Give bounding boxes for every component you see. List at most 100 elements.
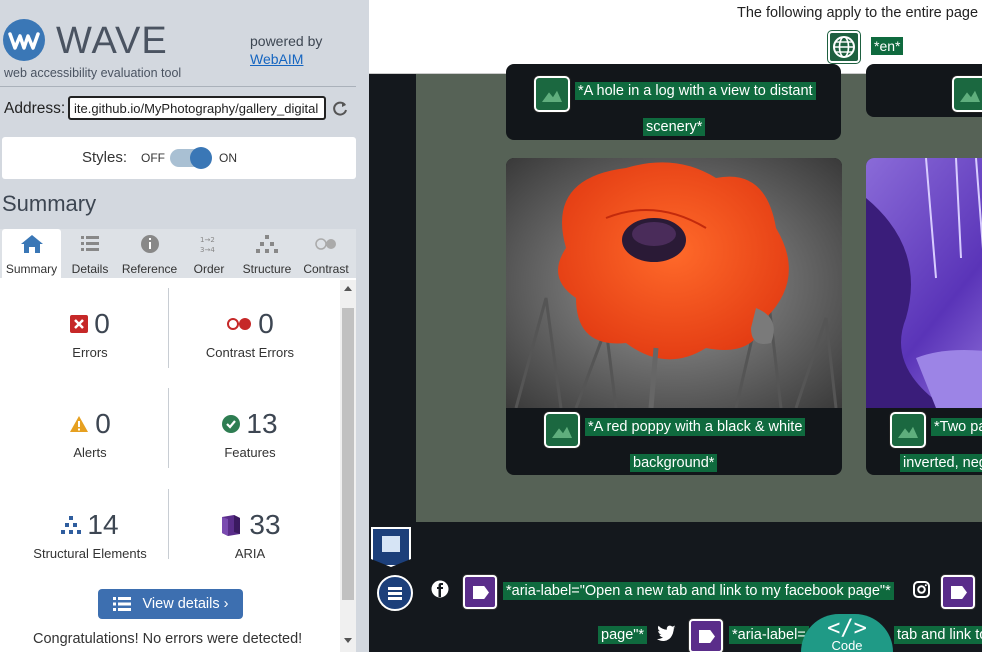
divider: [0, 86, 356, 87]
view-details-button[interactable]: View details ›: [98, 589, 243, 619]
styles-toggle[interactable]: [170, 147, 212, 169]
aria-label-icon[interactable]: [689, 619, 723, 652]
tab-label: Structure: [242, 262, 292, 276]
structure-icon: [256, 235, 278, 253]
image-alt-icon[interactable]: [544, 412, 580, 448]
structure-inner: [382, 536, 400, 552]
twitter-icon[interactable]: [657, 625, 677, 647]
webaim-link[interactable]: WebAIM: [250, 51, 303, 67]
svg-text:1→2: 1→2: [200, 236, 215, 244]
code-toggle-tab[interactable]: </> Code: [801, 614, 893, 652]
scroll-thumb[interactable]: [342, 308, 354, 600]
footer-structure-icon[interactable]: [371, 527, 411, 567]
features-stat[interactable]: 13 Features: [170, 407, 330, 460]
alerts-count: 0: [95, 408, 111, 439]
alert-icon: [70, 416, 89, 432]
instagram-glyph: [913, 581, 930, 598]
page-level-text: The following apply to the entire page: [737, 5, 979, 21]
summary-heading: Summary: [2, 191, 97, 216]
contrast-icon: [315, 238, 336, 250]
image-alt-icon[interactable]: [534, 76, 570, 112]
photo-gallery: *A hole in a log with a view to distant …: [416, 64, 982, 522]
aria-label-text: page"*: [598, 626, 648, 644]
alt-text-label: *A red poppy with a black & white: [585, 418, 806, 436]
tab-details[interactable]: Details: [64, 229, 116, 278]
instagram-icon[interactable]: [913, 581, 930, 603]
photo-card-top-right[interactable]: [866, 64, 982, 117]
wave-header: WAVE web accessibility evaluation tool p…: [0, 0, 369, 86]
aria-label: ARIA: [234, 546, 266, 561]
aria-label-icon[interactable]: [941, 575, 975, 609]
styles-label: Styles:: [82, 149, 128, 166]
alerts-label: Alerts: [73, 445, 107, 460]
facebook-icon[interactable]: [431, 580, 449, 603]
twitter-glyph: [657, 625, 676, 642]
inverted-photo[interactable]: [866, 158, 982, 408]
tab-reference[interactable]: Reference: [119, 229, 180, 278]
reload-icon[interactable]: [331, 100, 349, 118]
address-label: Address:: [4, 100, 66, 117]
alt-text-label: inverted, neg: [900, 454, 982, 472]
alt-text-label: *Two pa: [931, 418, 982, 436]
language-globe-icon[interactable]: [828, 31, 860, 63]
page-level-bar: The following apply to the entire page *…: [369, 0, 982, 74]
alerts-stat[interactable]: 0 Alerts: [10, 407, 170, 460]
errors-count: 0: [94, 308, 110, 339]
tab-contrast[interactable]: Contrast: [298, 229, 354, 278]
photo-card-poppy[interactable]: *A red poppy with a black & white backgr…: [506, 158, 842, 475]
styles-off-label: OFF: [141, 151, 165, 165]
tab-bar: Summary Details Reference 1→2 3→4 Order: [0, 229, 356, 278]
aria-label-text: tab and link to: [894, 626, 982, 644]
aria-count: 33: [249, 509, 281, 540]
tab-label: Order: [193, 262, 225, 276]
features-count: 13: [246, 408, 278, 439]
image-alt-icon[interactable]: [952, 76, 982, 112]
features-label: Features: [224, 445, 276, 460]
error-icon: [70, 315, 89, 333]
tab-order[interactable]: 1→2 3→4 Order: [183, 229, 235, 278]
scroll-up-arrow-icon[interactable]: [344, 286, 352, 291]
powered-by-text: powered by: [250, 33, 323, 49]
alt-text-label: background*: [630, 454, 718, 472]
structural-elements-stat[interactable]: 14 Structural Elements: [10, 508, 170, 561]
evaluated-page: The following apply to the entire page *…: [369, 0, 982, 652]
globe-icon: [833, 36, 855, 58]
congratulations-message: Congratulations! No errors were detected…: [33, 631, 303, 647]
contrast-errors-count: 0: [258, 308, 274, 339]
aria-stat[interactable]: 33 ARIA: [170, 508, 330, 561]
feature-check-icon: [222, 415, 241, 433]
contrast-errors-label: Contrast Errors: [205, 345, 295, 360]
details-list-icon: [81, 236, 99, 251]
order-icon: 1→2 3→4: [200, 236, 215, 254]
scroll-down-arrow-icon[interactable]: [344, 638, 352, 643]
styles-panel: Styles: OFF ON: [2, 137, 356, 179]
language-label: *en*: [871, 37, 904, 55]
panel-scrollbar[interactable]: [340, 280, 356, 652]
tab-structure[interactable]: Structure: [238, 229, 296, 278]
image-alt-icon[interactable]: [890, 412, 926, 448]
wave-logo-icon: [3, 19, 45, 61]
tab-summary[interactable]: Summary: [2, 229, 61, 278]
photo-card-inverted[interactable]: *Two pa inverted, neg: [866, 158, 982, 475]
aria-cube-icon: [222, 515, 241, 536]
list-icon: [112, 597, 131, 611]
poppy-photo[interactable]: [506, 158, 842, 408]
structure-icon: [61, 516, 82, 534]
info-icon: [140, 235, 159, 253]
wave-title: WAVE: [56, 20, 168, 62]
wave-subtitle: web accessibility evaluation tool: [4, 66, 182, 80]
aria-label-icon[interactable]: [463, 575, 497, 609]
alt-text-label: *A hole in a log with a view to distant: [575, 82, 816, 100]
code-icon: </>: [827, 616, 867, 641]
photo-card-log[interactable]: *A hole in a log with a view to distant …: [506, 64, 841, 140]
errors-label: Errors: [72, 345, 108, 360]
tab-label: Reference: [121, 262, 178, 276]
view-details-label: View details ›: [142, 596, 229, 612]
contrast-errors-stat[interactable]: 0 Contrast Errors: [170, 307, 330, 360]
address-input[interactable]: [68, 96, 326, 120]
errors-stat[interactable]: 0 Errors: [10, 307, 170, 360]
unordered-list-icon[interactable]: [377, 575, 413, 611]
tab-label: Details: [71, 262, 109, 276]
contrast-error-icon: [227, 318, 252, 330]
home-icon: [20, 235, 43, 253]
